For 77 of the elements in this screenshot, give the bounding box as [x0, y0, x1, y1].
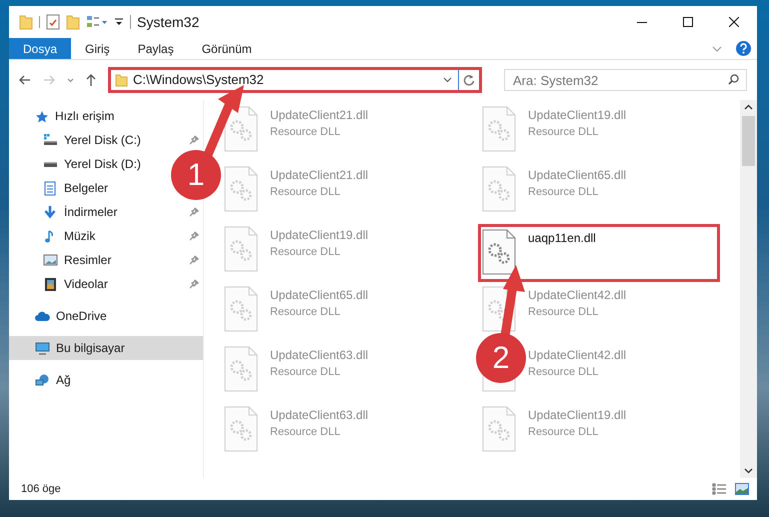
file-type: Resource DLL	[270, 125, 342, 140]
properties-icon[interactable]	[46, 14, 60, 30]
view-menu-icon[interactable]	[86, 15, 108, 29]
highlighted-file-item[interactable]: uaqp11en.dll	[478, 224, 720, 282]
document-icon	[43, 180, 58, 196]
large-icons-view-icon[interactable]	[735, 483, 749, 495]
folder-icon[interactable]	[19, 14, 33, 30]
scroll-thumb[interactable]	[742, 116, 755, 166]
file-type: Resource DLL	[270, 305, 342, 320]
address-field[interactable]: C:\Windows\System32	[108, 67, 482, 93]
dll-file-icon	[224, 406, 258, 452]
dll-file-icon	[482, 106, 516, 152]
drive-icon	[43, 160, 58, 168]
help-icon[interactable]	[736, 41, 751, 56]
sidebar-item[interactable]: Müzik	[9, 224, 203, 248]
up-icon[interactable]	[86, 74, 96, 86]
sidebar-item[interactable]: İndirmeler	[9, 200, 203, 224]
scrollbar[interactable]	[740, 100, 757, 478]
file-type: Resource DLL	[528, 185, 600, 200]
dll-file-icon	[224, 166, 258, 212]
picture-icon	[43, 252, 58, 268]
file-name[interactable]: uaqp11en.dll	[528, 229, 596, 247]
scroll-down-icon[interactable]	[744, 468, 753, 474]
sidebar-item[interactable]: Ağ	[9, 368, 203, 392]
file-type: Resource DLL	[528, 365, 600, 380]
sidebar-item[interactable]: Resimler	[9, 248, 203, 272]
dll-file-icon	[482, 406, 516, 452]
file-type: Resource DLL	[270, 365, 342, 380]
dll-file-icon	[224, 346, 258, 392]
pin-icon[interactable]	[189, 135, 199, 145]
refresh-icon[interactable]	[463, 74, 475, 86]
window-title: System32	[137, 12, 200, 32]
pin-icon[interactable]	[189, 279, 199, 289]
ribbon-tab[interactable]: Giriş	[71, 38, 124, 59]
pin-icon[interactable]	[189, 255, 199, 265]
back-icon[interactable]	[19, 75, 31, 85]
star-icon	[35, 110, 49, 122]
dll-file-icon	[224, 226, 258, 272]
dll-file-icon	[224, 286, 258, 332]
forward-icon[interactable]	[43, 75, 55, 85]
file-type: Resource DLL	[528, 425, 600, 440]
drive-icon	[43, 132, 58, 148]
customize-icon[interactable]	[114, 17, 124, 27]
expand-ribbon-icon[interactable]	[712, 46, 722, 52]
network-icon	[35, 372, 50, 388]
search-icon	[728, 74, 739, 85]
dll-file-icon	[482, 166, 516, 212]
search-field[interactable]: Ara: System32	[504, 69, 747, 91]
close-icon	[729, 17, 739, 27]
sidebar-item[interactable]: Videolar	[9, 272, 203, 296]
dropdown-icon[interactable]	[443, 77, 452, 83]
file-type: Resource DLL	[270, 245, 342, 260]
item-count: 106 öge	[21, 482, 61, 497]
film-icon	[43, 276, 58, 292]
address-path: C:\Windows\System32	[133, 71, 264, 90]
scroll-up-icon[interactable]	[744, 104, 753, 110]
dll-file-icon	[224, 106, 258, 152]
recent-locations-icon[interactable]	[67, 78, 74, 82]
file-type: Resource DLL	[528, 305, 600, 320]
ribbon-tab[interactable]: Dosya	[9, 38, 72, 59]
ribbon-tab[interactable]: Paylaş	[124, 38, 188, 59]
dll-file-icon	[482, 229, 516, 275]
download-arrow-icon	[43, 204, 58, 220]
sidebar-item[interactable]: OneDrive	[9, 304, 203, 328]
monitor-icon	[35, 340, 50, 356]
pin-icon[interactable]	[189, 231, 199, 241]
sidebar-item[interactable]: Bu bilgisayar	[9, 336, 203, 360]
maximize-icon	[683, 17, 693, 27]
sidebar-item[interactable]: Hızlı erişim	[9, 104, 203, 128]
folder-icon	[115, 73, 128, 87]
file-type: Resource DLL	[528, 125, 600, 140]
file-type: Resource DLL	[270, 425, 342, 440]
ribbon-tab[interactable]: Görünüm	[188, 38, 266, 59]
pin-icon[interactable]	[189, 207, 199, 217]
details-view-icon[interactable]	[712, 483, 727, 495]
file-type: Resource DLL	[270, 185, 342, 200]
new-folder-icon[interactable]	[66, 14, 80, 30]
